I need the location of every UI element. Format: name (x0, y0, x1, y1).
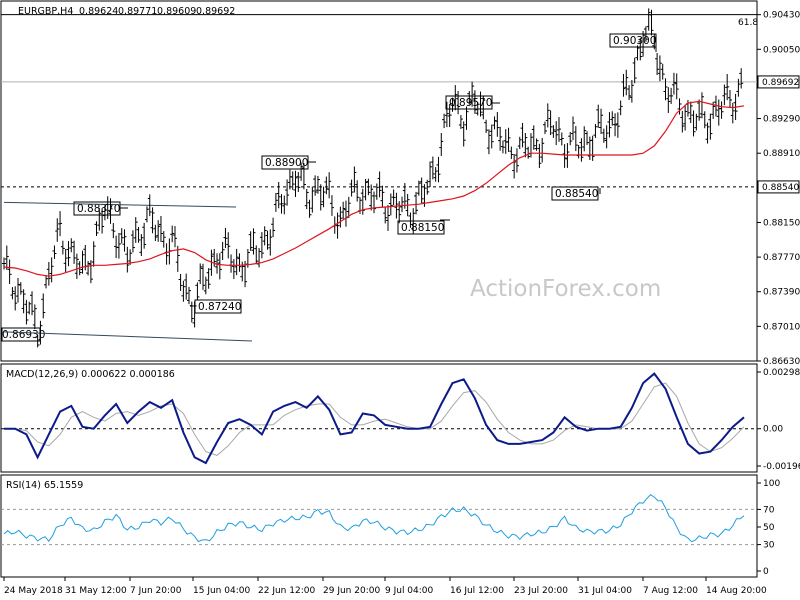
macd-panel (0, 363, 758, 473)
fib-level-label: 61.8 (738, 18, 758, 28)
xtick-label-11: 14 Aug 20:00 (706, 586, 767, 596)
xtick-label-1: 31 May 12:00 (65, 586, 127, 596)
rsi-title: RSI(14) 65.1559 (6, 480, 83, 491)
annotation-0.88150: 0.88150 (397, 219, 450, 235)
price-header-high: 0.89771 (118, 6, 157, 17)
price-ytick-label-6: 0.88150 (763, 218, 800, 228)
macd-ytick-label-1: 0.00 (763, 425, 783, 435)
macd-ytick-label-2: -0.00196 (763, 462, 800, 472)
price-panel (0, 0, 758, 362)
annotation-text-88540: 0.88540 (555, 188, 598, 200)
eurgbp-h4-chart: EURGBP,H4 0.89624 0.89771 0.89609 0.8969… (0, 0, 800, 600)
rsi-ytick-label-2: 50 (763, 523, 775, 533)
price-header-close: 0.89692 (196, 6, 235, 17)
price-ytick-label-0: 0.90430 (763, 11, 800, 21)
rsi-ytick-label-0: 100 (763, 479, 780, 489)
xtick-label-7: 16 Jul 12:00 (450, 586, 504, 596)
price-header-low: 0.89609 (157, 6, 196, 17)
support-level-label: 0.88540 (762, 183, 799, 193)
price-header-open: 0.89624 (79, 6, 118, 17)
xtick-label-4: 22 Jun 12:00 (258, 586, 315, 596)
price-ytick-label-8: 0.87390 (763, 288, 800, 298)
price-ytick-label-4: 0.88910 (763, 149, 800, 159)
xtick-label-0: 24 May 2018 (4, 586, 63, 596)
rsi-ytick-label-3: 30 (763, 541, 775, 551)
rsi-ytick-label-1: 70 (763, 505, 775, 515)
xtick-label-5: 29 Jun 20:00 (323, 586, 380, 596)
macd-title: MACD(12,26,9) 0.000622 0.000186 (6, 369, 175, 380)
price-ytick-label-3: 0.89290 (763, 115, 800, 125)
price-header-symbol: EURGBP,H4 (18, 6, 73, 17)
xtick-label-2: 7 Jun 20:00 (130, 586, 182, 596)
macd-ytick-label-0: 0.002984 (763, 368, 800, 378)
annotation-0.87240: 0.87240 (190, 299, 242, 314)
price-ytick-label-10: 0.86630 (763, 357, 800, 367)
last-price-label: 0.89692 (762, 78, 799, 88)
xtick-label-8: 23 Jul 20:00 (514, 586, 568, 596)
watermark: ActionForex.com (470, 276, 661, 302)
annotation-text-88900: 0.88900 (265, 157, 308, 169)
xtick-label-9: 31 Jul 04:00 (578, 586, 632, 596)
xtick-label-3: 15 Jun 04:00 (193, 586, 250, 596)
xtick-label-10: 7 Aug 12:00 (643, 586, 698, 596)
chart-canvas: EURGBP,H4 0.89624 0.89771 0.89609 0.8969… (0, 0, 800, 596)
rsi-panel (0, 474, 758, 578)
annotation-0.88540: 0.88540 (551, 186, 601, 201)
annotation-text-88150: 0.88150 (401, 222, 444, 234)
rsi-ytick-label-4: 0 (763, 567, 769, 577)
price-ytick-label-7: 0.87770 (763, 253, 800, 263)
annotation-0.88900: 0.88900 (261, 155, 316, 170)
annotation-text-87240: 0.87240 (198, 301, 241, 313)
price-ytick-label-9: 0.87010 (763, 322, 800, 332)
xtick-label-6: 9 Jul 04:00 (385, 586, 434, 596)
annotation-text-90300: 0.90300 (613, 35, 656, 47)
price-ytick-label-1: 0.90050 (763, 45, 800, 55)
annotation-0.89570: 0.89570 (445, 95, 500, 110)
annotation-0.86930: 0.86930 (1, 327, 45, 342)
